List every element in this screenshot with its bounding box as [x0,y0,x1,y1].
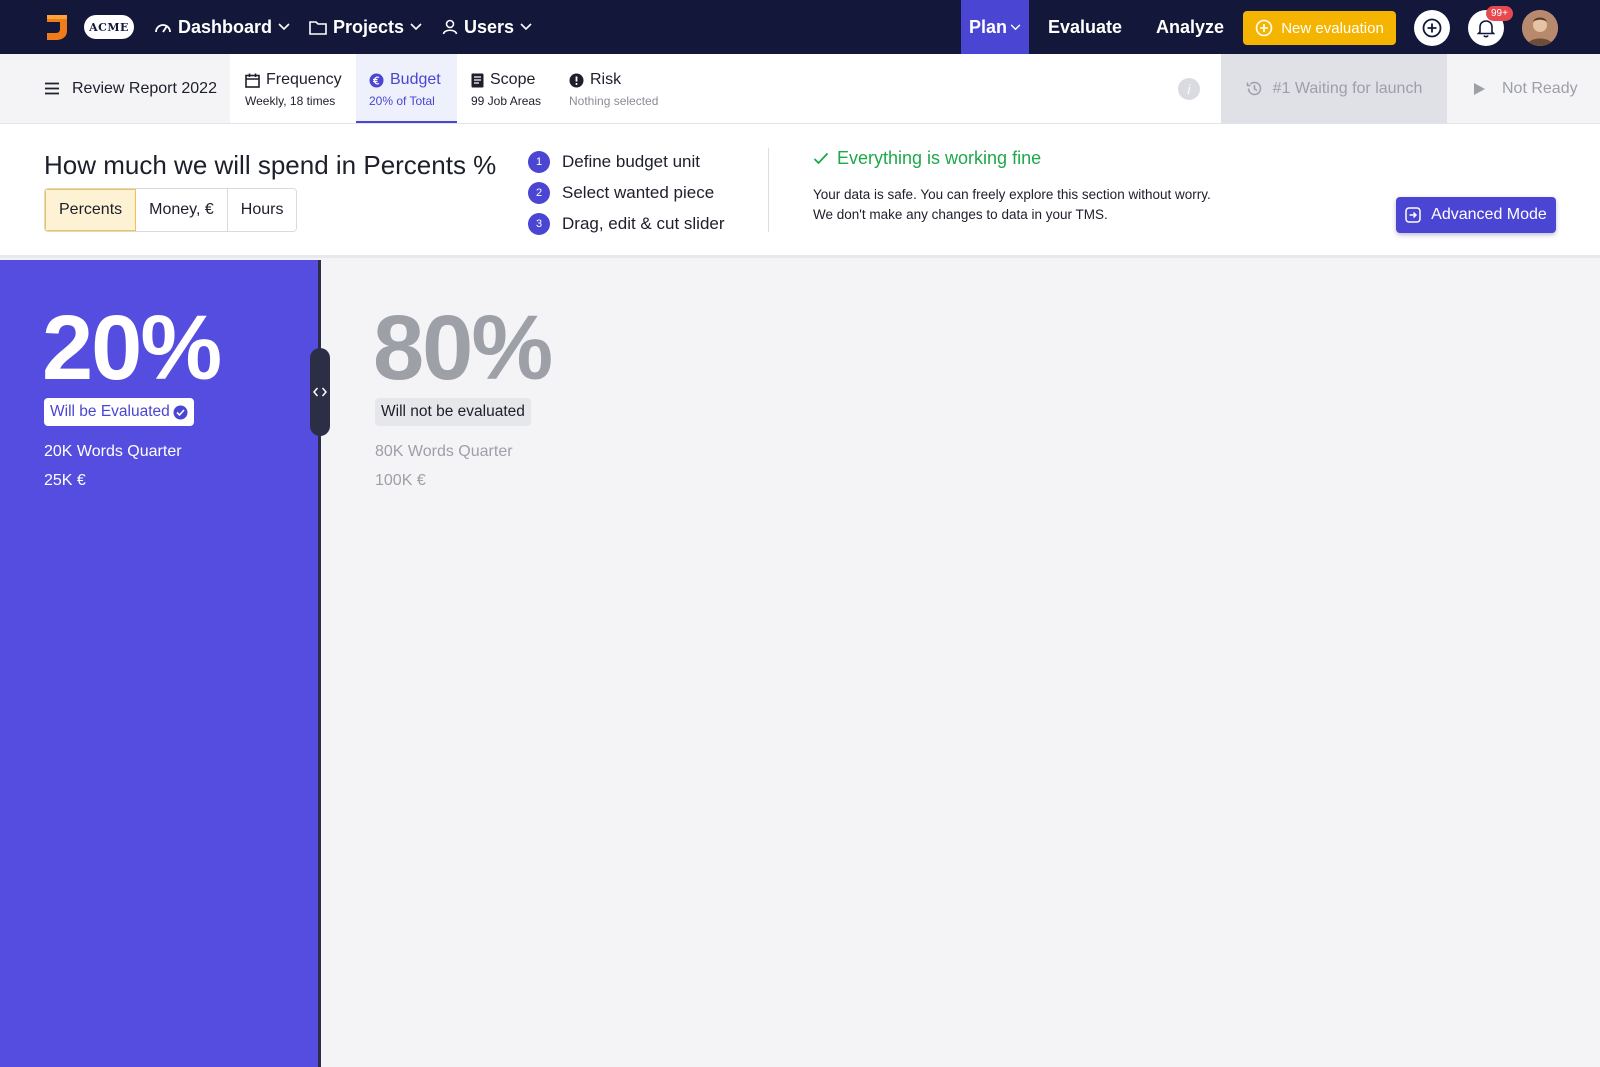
status-title-text: Everything is working fine [837,148,1042,168]
advanced-mode-button[interactable]: Advanced Mode [1396,197,1556,233]
evaluated-money: 25K € [44,472,86,489]
play-icon [1474,82,1485,95]
document-icon [471,73,484,87]
status-title: Everything is working fine [813,148,1041,169]
advanced-mode-label: Advanced Mode [1431,206,1547,223]
tab-budget-title: Budget [390,71,441,88]
notification-badge: 99+ [1486,6,1513,21]
user-avatar[interactable] [1522,10,1558,46]
launch-status: #1 Waiting for launch [1221,54,1447,123]
plus-circle-icon [1255,19,1273,37]
chevron-down-icon [520,23,532,31]
not-evaluated-chip: Will not be evaluated [375,398,531,426]
tab-risk-sub: Nothing selected [569,94,659,108]
hamburger-menu-icon [45,82,59,95]
unit-hours[interactable]: Hours [227,189,297,231]
new-evaluation-button[interactable]: New evaluation [1243,11,1396,45]
app-logo-icon[interactable] [44,13,70,41]
add-button[interactable] [1414,10,1450,46]
top-navigation-bar: ACME Dashboard Projects Users Plan Evalu… [0,0,1600,54]
tab-budget-sub: 20% of Total [369,94,435,108]
calendar-icon [245,73,260,88]
brand-badge[interactable]: ACME [84,15,134,39]
user-icon [442,19,458,35]
nav-plan[interactable]: Plan [961,0,1029,54]
step-number: 3 [528,212,550,235]
drag-arrows-icon [313,387,327,397]
folder-icon [309,20,327,35]
launch-status-label: #1 Waiting for launch [1272,79,1423,97]
budget-unit-selector: Percents Money, € Hours [44,188,298,232]
not-evaluated-money: 100K € [375,472,426,489]
enter-icon [1405,207,1421,223]
nav-users-label: Users [464,16,515,37]
unit-money[interactable]: Money, € [136,189,228,231]
bell-icon [1477,20,1495,38]
step-number: 2 [528,181,550,204]
chevron-down-icon [278,23,290,31]
new-evaluation-label: New evaluation [1281,19,1384,37]
evaluated-chip-label: Will be Evaluated [50,403,170,420]
nav-users[interactable]: Users [442,0,532,54]
nav-dashboard-label: Dashboard [178,16,273,37]
panel-divider [768,148,769,232]
report-menu[interactable]: Review Report 2022 [0,54,230,123]
chevron-down-icon [410,23,422,31]
not-evaluated-percent: 80% [373,297,553,399]
step-label: Select wanted piece [562,182,715,202]
step-number: 1 [528,150,550,173]
evaluated-percent: 20% [42,297,222,399]
nav-analyze[interactable]: Analyze [1156,0,1224,54]
gauge-icon [155,24,171,33]
avatar-portrait-icon [1522,10,1558,46]
history-icon [1246,81,1261,96]
budget-settings-panel: How much we will spend in Percents % Per… [0,124,1600,258]
step-item: 2 Select wanted piece [528,177,725,208]
tab-budget[interactable]: Budget 20% of Total [356,54,457,123]
nav-projects[interactable]: Projects [309,0,422,54]
tab-risk-title: Risk [590,71,622,88]
tab-frequency-title: Frequency [266,71,342,88]
workflow-bar: Review Report 2022 Frequency Weekly, 18 … [0,54,1600,124]
launch-button-label: Not Ready [1502,79,1578,97]
step-label: Drag, edit & cut slider [562,213,725,233]
tab-scope-title: Scope [490,71,536,88]
step-label: Define budget unit [562,151,700,171]
nav-projects-label: Projects [333,16,405,37]
nav-evaluate[interactable]: Evaluate [1048,0,1122,54]
check-circle-icon [173,405,188,419]
tab-scope-sub: 99 Job Areas [471,94,542,108]
panel-title: How much we will spend in Percents % [44,150,497,180]
not-evaluated-words: 80K Words Quarter [375,443,513,460]
tab-risk[interactable]: Risk Nothing selected [569,54,658,123]
plus-circle-icon [1422,18,1442,38]
tab-frequency-sub: Weekly, 18 times [245,94,336,108]
step-item: 3 Drag, edit & cut slider [528,208,725,239]
euro-icon [369,73,384,87]
evaluated-chip: Will be Evaluated [44,398,194,426]
slider-drag-handle[interactable] [310,348,330,436]
chevron-down-icon [1010,23,1021,30]
status-description: Your data is safe. You can freely explor… [813,187,1211,222]
step-item: 1 Define budget unit [528,146,725,177]
evaluated-words: 20K Words Quarter [44,443,182,460]
launch-button[interactable]: Not Ready [1447,54,1600,123]
tab-scope[interactable]: Scope 99 Job Areas [471,54,541,123]
instruction-steps: 1 Define budget unit 2 Select wanted pie… [528,146,725,239]
checkmark-icon [813,152,829,165]
unit-percents[interactable]: Percents [45,189,137,231]
report-title: Review Report 2022 [72,79,217,97]
tab-frequency[interactable]: Frequency Weekly, 18 times [245,54,342,123]
info-icon[interactable]: i [1178,78,1200,100]
nav-plan-label: Plan [968,16,1007,37]
alert-icon [569,73,584,87]
nav-dashboard[interactable]: Dashboard [154,0,290,54]
